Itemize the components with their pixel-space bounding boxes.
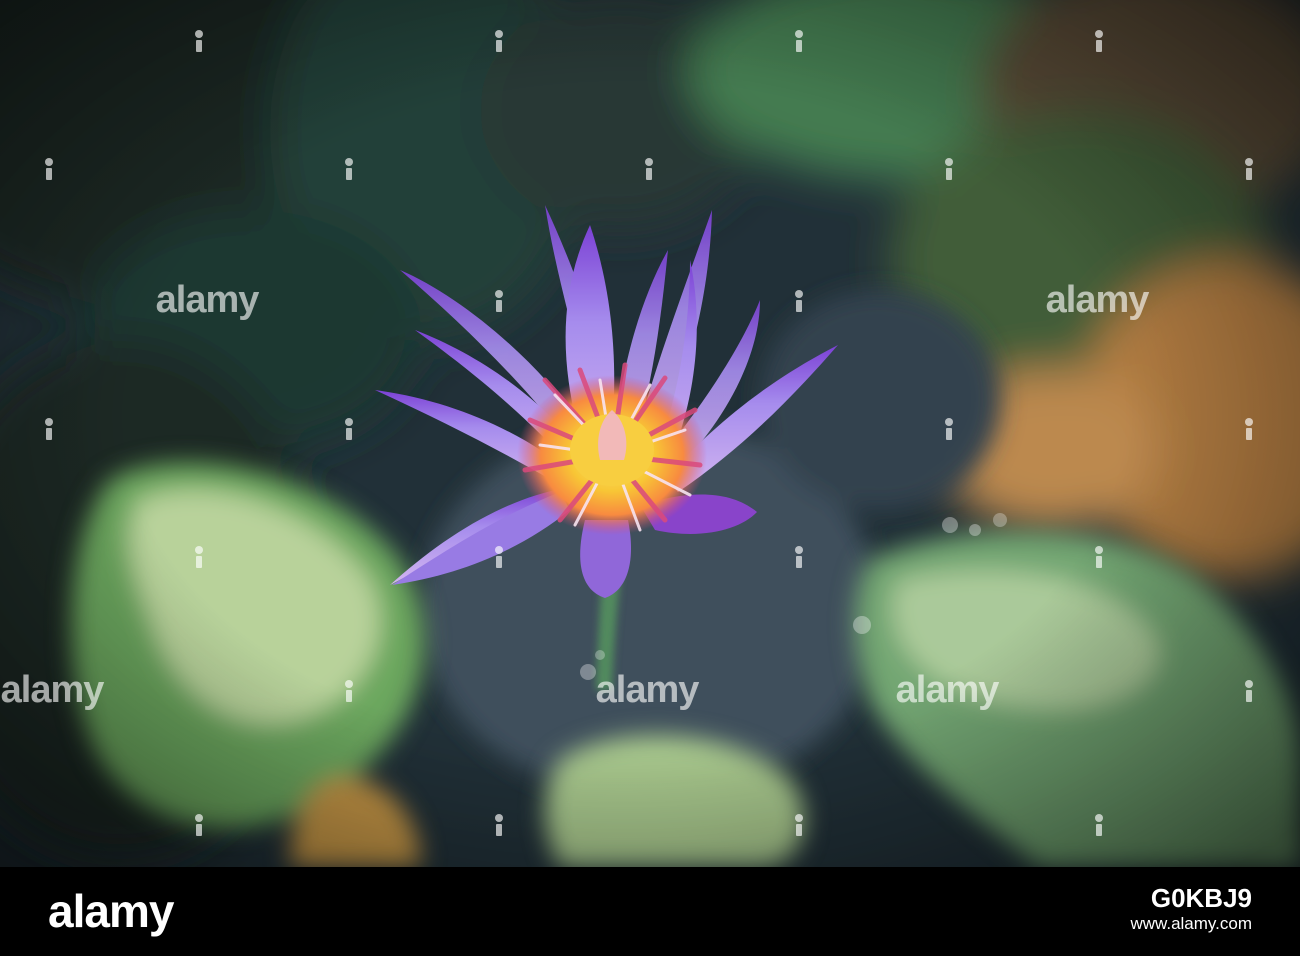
site-link[interactable]: www.alamy.com (1130, 913, 1252, 935)
water-lily-scene (0, 0, 1300, 867)
alamy-logo[interactable]: alamy (48, 877, 174, 945)
stock-photo-page: alamy alamy alamy alamy alamy alamy G0KB… (0, 0, 1300, 956)
footer-bar: alamy G0KBJ9 www.alamy.com (0, 867, 1300, 956)
photo: alamy alamy alamy alamy alamy (0, 0, 1300, 867)
footer-meta: G0KBJ9 www.alamy.com (1130, 883, 1252, 935)
image-id: G0KBJ9 (1150, 883, 1252, 913)
